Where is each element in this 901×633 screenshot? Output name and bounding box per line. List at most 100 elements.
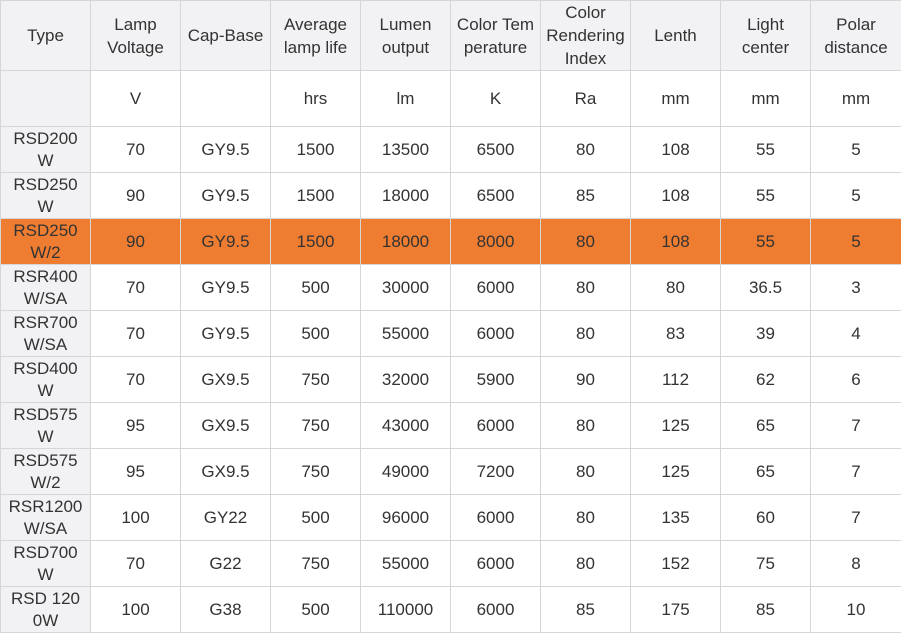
cell-polar-distance: 10	[811, 587, 901, 633]
cell-average-lamp-life: 750	[271, 449, 361, 495]
table-row: RSD700W70G2275055000600080152758	[1, 541, 901, 587]
cell-color-rendering-index: 80	[541, 265, 631, 311]
table-row: RSD250W90GY9.5150018000650085108555	[1, 173, 901, 219]
cell-length: 125	[631, 403, 721, 449]
cell-lamp-voltage: 70	[91, 127, 181, 173]
cell-color-temperature: 6000	[451, 403, 541, 449]
lamp-spec-table: Type Lamp Voltage Cap-Base Average lamp …	[0, 0, 901, 633]
cell-light-center: 55	[721, 219, 811, 265]
cell-lamp-voltage: 100	[91, 587, 181, 633]
cell-lamp-voltage: 90	[91, 173, 181, 219]
cell-length: 135	[631, 495, 721, 541]
cell-length: 108	[631, 127, 721, 173]
cell-lamp-voltage: 95	[91, 403, 181, 449]
cell-lamp-voltage: 100	[91, 495, 181, 541]
table-row: RSD250W/290GY9.5150018000800080108555	[1, 219, 901, 265]
cell-average-lamp-life: 750	[271, 541, 361, 587]
header-polar-distance: Polar distance	[811, 1, 901, 71]
table-row: RSD200W70GY9.5150013500650080108555	[1, 127, 901, 173]
cell-lamp-voltage: 70	[91, 265, 181, 311]
cell-color-temperature: 6000	[451, 311, 541, 357]
cell-cap-base: GY9.5	[181, 219, 271, 265]
cell-lumen-output: 13500	[361, 127, 451, 173]
header-type: Type	[1, 1, 91, 71]
table-row: RSR400W/SA70GY9.5500300006000808036.53	[1, 265, 901, 311]
unit-light-center: mm	[721, 71, 811, 127]
header-length: Lenth	[631, 1, 721, 71]
header-light-center: Light center	[721, 1, 811, 71]
cell-polar-distance: 5	[811, 219, 901, 265]
cell-color-rendering-index: 80	[541, 541, 631, 587]
cell-lamp-voltage: 90	[91, 219, 181, 265]
header-lumen-output: Lumen output	[361, 1, 451, 71]
cell-color-rendering-index: 80	[541, 127, 631, 173]
cell-color-rendering-index: 85	[541, 173, 631, 219]
cell-cap-base: G38	[181, 587, 271, 633]
unit-row: V hrs lm K Ra mm mm mm	[1, 71, 901, 127]
cell-average-lamp-life: 500	[271, 265, 361, 311]
cell-cap-base: GX9.5	[181, 357, 271, 403]
cell-color-rendering-index: 85	[541, 587, 631, 633]
cell-cap-base: GY9.5	[181, 265, 271, 311]
cell-light-center: 39	[721, 311, 811, 357]
unit-color-rendering-index: Ra	[541, 71, 631, 127]
cell-average-lamp-life: 750	[271, 357, 361, 403]
cell-length: 108	[631, 219, 721, 265]
cell-average-lamp-life: 500	[271, 587, 361, 633]
cell-lumen-output: 43000	[361, 403, 451, 449]
cell-length: 152	[631, 541, 721, 587]
table-row: RSR1200W/SA100GY2250096000600080135607	[1, 495, 901, 541]
cell-cap-base: GY22	[181, 495, 271, 541]
header-row: Type Lamp Voltage Cap-Base Average lamp …	[1, 1, 901, 71]
cell-color-temperature: 6000	[451, 495, 541, 541]
cell-type: RSD575W	[1, 403, 91, 449]
cell-cap-base: GY9.5	[181, 311, 271, 357]
cell-length: 80	[631, 265, 721, 311]
cell-type: RSD 1200W	[1, 587, 91, 633]
cell-average-lamp-life: 500	[271, 495, 361, 541]
cell-type: RSD400W	[1, 357, 91, 403]
cell-average-lamp-life: 1500	[271, 173, 361, 219]
cell-average-lamp-life: 1500	[271, 127, 361, 173]
header-color-temperature: Color Temperature	[451, 1, 541, 71]
cell-length: 83	[631, 311, 721, 357]
cell-lamp-voltage: 70	[91, 541, 181, 587]
cell-length: 175	[631, 587, 721, 633]
cell-color-rendering-index: 90	[541, 357, 631, 403]
cell-cap-base: GY9.5	[181, 173, 271, 219]
table-row: RSR700W/SA70GY9.55005500060008083394	[1, 311, 901, 357]
cell-lumen-output: 18000	[361, 219, 451, 265]
cell-lumen-output: 96000	[361, 495, 451, 541]
cell-polar-distance: 7	[811, 495, 901, 541]
unit-color-temperature: K	[451, 71, 541, 127]
cell-polar-distance: 5	[811, 173, 901, 219]
cell-lumen-output: 32000	[361, 357, 451, 403]
table-row: RSD575W/295GX9.575049000720080125657	[1, 449, 901, 495]
cell-type: RSR1200W/SA	[1, 495, 91, 541]
cell-average-lamp-life: 500	[271, 311, 361, 357]
cell-type: RSD200W	[1, 127, 91, 173]
cell-lumen-output: 30000	[361, 265, 451, 311]
cell-light-center: 85	[721, 587, 811, 633]
cell-color-temperature: 6500	[451, 173, 541, 219]
cell-polar-distance: 5	[811, 127, 901, 173]
cell-cap-base: GX9.5	[181, 449, 271, 495]
cell-cap-base: GY9.5	[181, 127, 271, 173]
cell-polar-distance: 8	[811, 541, 901, 587]
cell-lumen-output: 18000	[361, 173, 451, 219]
header-cap-base: Cap-Base	[181, 1, 271, 71]
cell-length: 125	[631, 449, 721, 495]
cell-type: RSR400W/SA	[1, 265, 91, 311]
header-lamp-voltage: Lamp Voltage	[91, 1, 181, 71]
cell-color-temperature: 6000	[451, 265, 541, 311]
cell-lamp-voltage: 70	[91, 357, 181, 403]
cell-color-rendering-index: 80	[541, 449, 631, 495]
cell-light-center: 55	[721, 127, 811, 173]
cell-type: RSD250W	[1, 173, 91, 219]
cell-color-temperature: 8000	[451, 219, 541, 265]
cell-polar-distance: 6	[811, 357, 901, 403]
cell-color-temperature: 5900	[451, 357, 541, 403]
unit-cap-base	[181, 71, 271, 127]
unit-polar-distance: mm	[811, 71, 901, 127]
cell-polar-distance: 4	[811, 311, 901, 357]
